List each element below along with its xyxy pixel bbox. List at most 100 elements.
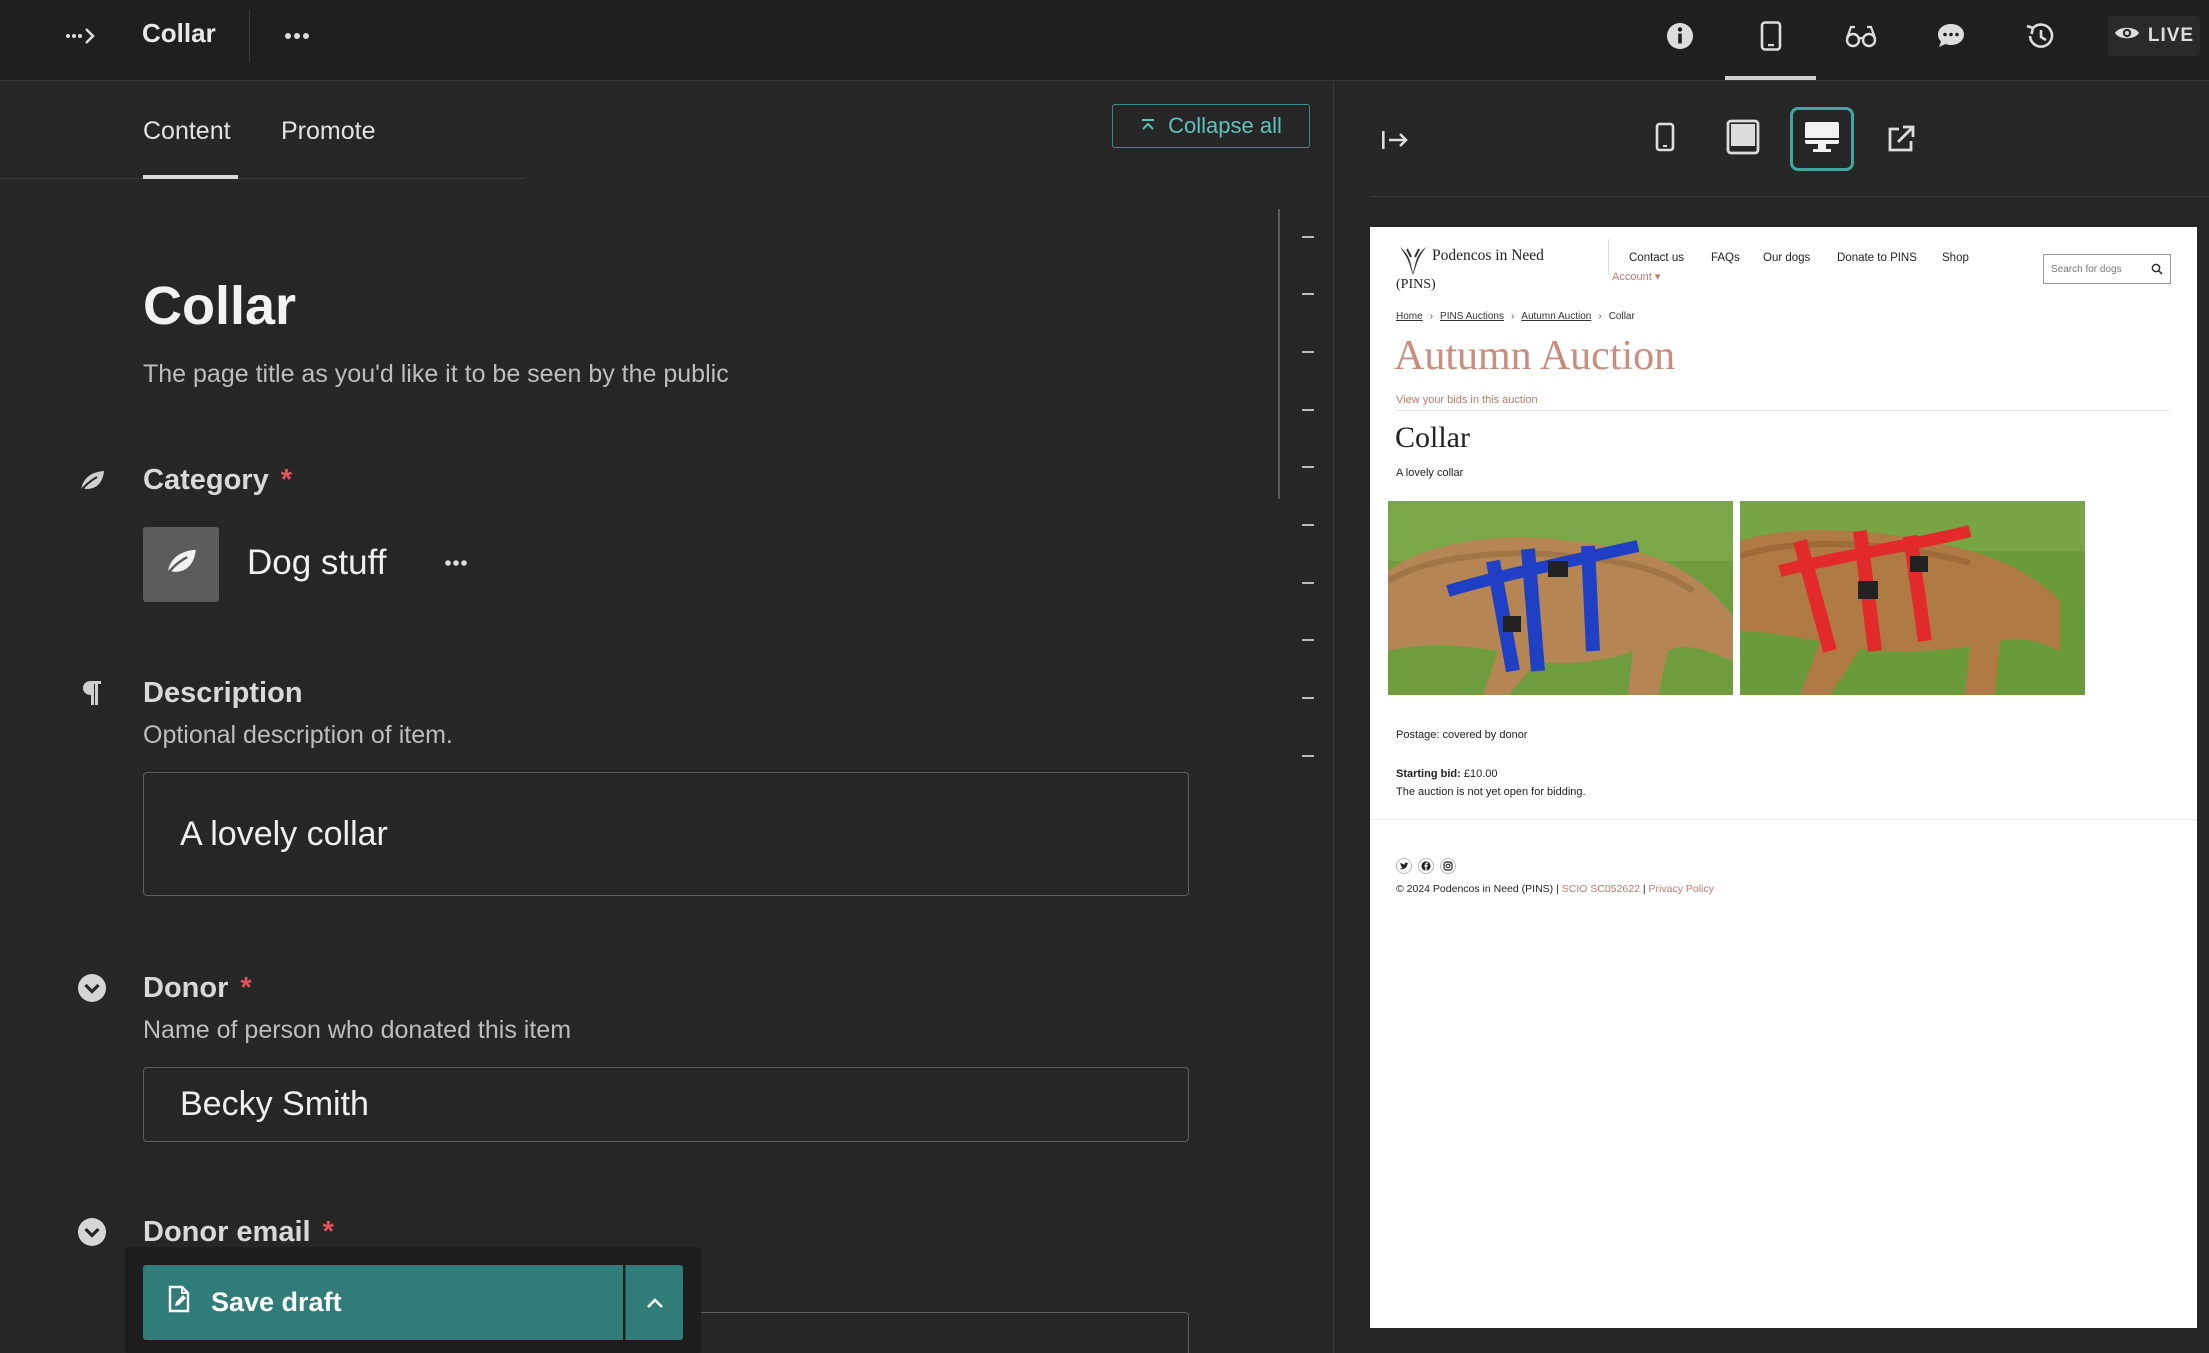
item-title: Collar — [1395, 421, 1470, 454]
copyright-text: © 2024 Podencos in Need (PINS) | — [1396, 883, 1559, 895]
external-link-icon[interactable] — [1869, 107, 1933, 171]
category-chooser-button[interactable] — [143, 527, 219, 602]
breadcrumb-auctions[interactable]: PINS Auctions — [1440, 311, 1504, 322]
save-bar: Save draft — [125, 1247, 701, 1353]
postage-text: Postage: covered by donor — [1396, 729, 1528, 741]
nav-dogs-link[interactable]: Our dogs — [1763, 252, 1810, 264]
editor-tabs: Content Promote — [0, 81, 525, 179]
category-value[interactable]: Dog stuff — [247, 543, 386, 583]
minimap-marker[interactable] — [1302, 466, 1314, 468]
privacy-policy-link[interactable]: Privacy Policy — [1649, 883, 1714, 895]
description-input[interactable]: A lovely collar — [143, 772, 1189, 896]
divider — [1608, 239, 1609, 275]
instagram-icon[interactable] — [1440, 858, 1456, 874]
title-help-text: The page title as you'd like it to be se… — [143, 360, 729, 388]
site-brand-name[interactable]: Podencos in Need — [1432, 247, 1544, 265]
leaf-icon — [162, 546, 200, 583]
live-label: LIVE — [2147, 25, 2195, 46]
divider — [249, 10, 250, 62]
divider — [1396, 410, 2171, 411]
history-icon[interactable] — [2015, 14, 2065, 58]
nav-faqs-link[interactable]: FAQs — [1711, 252, 1740, 264]
minimap-marker[interactable] — [1302, 582, 1314, 584]
ellipsis-icon[interactable] — [438, 543, 474, 583]
chevron-right-icon: › — [1598, 311, 1602, 322]
chevron-up-icon[interactable] — [625, 1265, 683, 1340]
starting-bid: Starting bid: £10.00 — [1396, 768, 1498, 780]
breadcrumb-autumn-auction[interactable]: Autumn Auction — [1521, 311, 1591, 322]
collapse-all-button[interactable]: Collapse all — [1112, 104, 1310, 148]
minimap-marker[interactable] — [1302, 236, 1314, 238]
divider — [1370, 819, 2197, 820]
search-icon[interactable] — [2151, 263, 2163, 278]
site-brand-abbr[interactable]: (PINS) — [1396, 277, 1436, 293]
ellipsis-icon[interactable] — [276, 18, 318, 54]
tab-content[interactable]: Content — [143, 117, 231, 146]
eye-icon — [2114, 24, 2140, 48]
donor-help-text: Name of person who donated this item — [143, 1016, 572, 1044]
description-help-text: Optional description of item. — [143, 721, 453, 749]
minimap-marker[interactable] — [1302, 409, 1314, 411]
auction-status-text: The auction is not yet open for bidding. — [1396, 786, 1586, 798]
glasses-icon[interactable] — [1836, 14, 1886, 58]
close-panel-icon[interactable] — [1374, 120, 1416, 160]
device-tablet-button[interactable] — [1711, 107, 1775, 171]
minimap-marker[interactable] — [1302, 639, 1314, 641]
auction-heading: Autumn Auction — [1394, 333, 1676, 379]
collapse-circle-icon[interactable] — [75, 971, 109, 1005]
scio-link[interactable]: SCIO SC052622 — [1562, 883, 1640, 895]
view-bids-link[interactable]: View your bids in this auction — [1396, 394, 1538, 406]
breadcrumb-home[interactable]: Home — [1396, 311, 1423, 322]
donor-input[interactable]: Becky Smith — [143, 1067, 1189, 1142]
chevron-right-icon: › — [1429, 311, 1434, 322]
nav-account-menu[interactable]: Account ▾ — [1612, 270, 1660, 283]
page-title-header: Collar — [142, 18, 216, 48]
minimap-marker[interactable] — [1302, 351, 1314, 353]
twitter-icon[interactable] — [1396, 858, 1412, 874]
nav-donate-link[interactable]: Donate to PINS — [1837, 252, 1917, 264]
social-links — [1396, 858, 1456, 874]
facebook-icon[interactable] — [1418, 858, 1434, 874]
save-draft-label: Save draft — [211, 1287, 342, 1317]
save-draft-button[interactable]: Save draft — [143, 1265, 623, 1340]
leaf-icon — [75, 464, 109, 498]
editor-panel: Content Promote Collapse all Collar The … — [0, 81, 1333, 1353]
breadcrumb: Home › PINS Auctions › Autumn Auction › … — [1396, 311, 1635, 322]
minimap-marker[interactable] — [1302, 697, 1314, 699]
donor-email-input[interactable] — [686, 1312, 1189, 1353]
minimap-marker[interactable] — [1302, 755, 1314, 757]
tab-promote[interactable]: Promote — [281, 117, 375, 146]
donor-email-label: Donor email * — [143, 1216, 334, 1248]
active-tab-indicator — [143, 175, 238, 179]
search-placeholder: Search for dogs — [2051, 263, 2122, 275]
site-footer: © 2024 Podencos in Need (PINS) | SCIO SC… — [1396, 883, 1714, 895]
device-mobile-button[interactable] — [1633, 107, 1697, 171]
mobile-preview-icon[interactable] — [1746, 14, 1796, 58]
title-field[interactable]: Collar — [143, 275, 296, 337]
breadcrumb-expand-icon[interactable] — [52, 16, 110, 56]
minimap-marker[interactable] — [1302, 524, 1314, 526]
comments-icon[interactable] — [1926, 14, 1976, 58]
category-label: Category * — [143, 464, 292, 496]
item-photo-blue-harness[interactable] — [1388, 501, 1733, 695]
site-search-input[interactable]: Search for dogs — [2043, 254, 2171, 284]
minimap-marker[interactable] — [1302, 293, 1314, 295]
breadcrumb-current: Collar — [1608, 311, 1635, 322]
active-tab-indicator — [1725, 76, 1816, 80]
pins-logo-icon — [1396, 243, 1430, 277]
mobile-icon — [1655, 122, 1675, 157]
required-marker: * — [322, 1216, 334, 1248]
live-status-button[interactable]: LIVE — [2108, 16, 2200, 56]
item-photo-red-harness[interactable] — [1740, 501, 2085, 695]
required-marker: * — [280, 464, 292, 496]
nav-contact-link[interactable]: Contact us — [1629, 252, 1684, 264]
donor-label: Donor * — [143, 972, 252, 1004]
collapse-circle-icon[interactable] — [75, 1215, 109, 1249]
top-bar: Collar LIVE — [0, 0, 2209, 81]
nav-shop-link[interactable]: Shop — [1942, 252, 1969, 264]
device-desktop-button[interactable] — [1790, 107, 1854, 171]
footer-separator: | — [1642, 883, 1646, 895]
info-icon[interactable] — [1655, 14, 1705, 58]
pilcrow-icon — [75, 676, 109, 710]
required-marker: * — [240, 972, 252, 1004]
